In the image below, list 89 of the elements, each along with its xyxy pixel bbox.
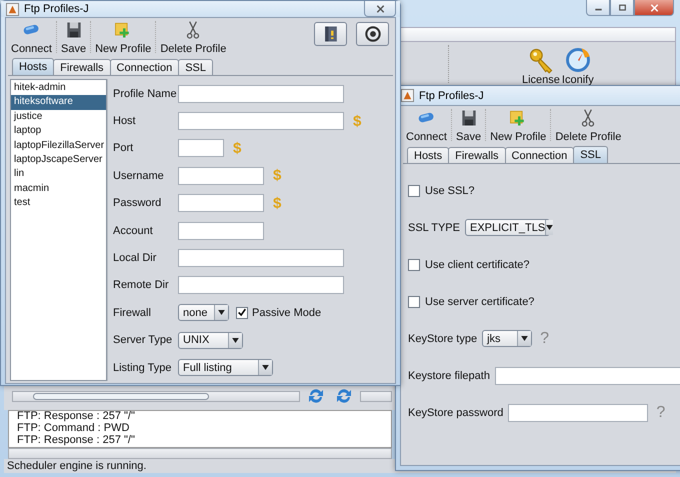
list-item[interactable]: lin: [11, 167, 106, 182]
field-label: Listing Type: [113, 362, 173, 374]
field-label: Account: [113, 224, 154, 237]
text-field[interactable]: [178, 139, 224, 158]
text-field[interactable]: [178, 222, 264, 240]
text-field[interactable]: [494, 366, 680, 384]
dropdown[interactable]: Full listing: [178, 359, 273, 376]
field-label: KeyStore password: [408, 406, 504, 418]
list-item[interactable]: hiteksoftware: [11, 95, 106, 110]
disc-icon: [362, 24, 382, 44]
field-label: Username: [113, 170, 165, 182]
close-button[interactable]: [634, 0, 674, 16]
window-title: Ftp Profiles-J: [419, 90, 484, 102]
checkbox-label: Passive Mode: [252, 306, 322, 319]
app-icon: [6, 2, 19, 16]
field-label: Firewall: [113, 306, 152, 319]
toolbar-button[interactable]: New Profile: [92, 18, 154, 56]
field-label: KeyStore type: [408, 332, 478, 344]
list-item[interactable]: test: [11, 196, 106, 211]
text-field[interactable]: [178, 276, 344, 294]
log-line: FTP: Command : PWD: [17, 422, 130, 434]
dropdown[interactable]: none: [178, 304, 229, 322]
tab[interactable]: SSL: [178, 59, 213, 75]
caret-icon[interactable]: [517, 331, 532, 346]
toolbar-button[interactable]: Delete Profile: [157, 18, 230, 56]
tab[interactable]: Hosts: [407, 147, 450, 163]
scrollbar[interactable]: [360, 390, 392, 402]
field-label: Port: [113, 142, 134, 154]
scrollbar[interactable]: [8, 448, 392, 459]
list-item[interactable]: laptopJscapeServer: [11, 152, 106, 168]
list-item[interactable]: justice: [11, 110, 106, 124]
field-label: Host: [113, 115, 137, 128]
field-label: Keystore filepath: [408, 370, 490, 382]
list-item[interactable]: laptopFilezillaServer: [11, 138, 106, 153]
window-title: Ftp Profiles-J: [24, 3, 89, 15]
maximize-button[interactable]: [610, 0, 634, 16]
field-label: Password: [113, 197, 162, 210]
toolbar-button[interactable]: Connect: [403, 106, 450, 144]
field-label: Remote Dir: [113, 279, 170, 292]
text-field[interactable]: [178, 84, 344, 103]
maximize-icon[interactable]: [618, 4, 626, 12]
icon-button[interactable]: [314, 22, 347, 46]
field-label: SSL TYPE: [408, 222, 460, 234]
toolbar-button[interactable]: Connect: [8, 18, 55, 56]
toolbar-button[interactable]: Iconify: [560, 44, 595, 86]
field-label: Server Type: [113, 334, 174, 346]
tab[interactable]: Connection: [504, 147, 574, 163]
close-button[interactable]: [364, 1, 396, 17]
toolbar-button[interactable]: License: [521, 44, 561, 86]
tab[interactable]: Hosts: [12, 58, 54, 75]
text-field[interactable]: [178, 166, 264, 185]
caret-icon[interactable]: [228, 332, 242, 348]
text-field[interactable]: [178, 112, 344, 130]
checkbox-label: Use SSL?: [425, 184, 475, 196]
list-item[interactable]: hitek-admin: [11, 81, 106, 96]
checkbox[interactable]: [236, 306, 248, 319]
tab[interactable]: Firewalls: [53, 59, 111, 75]
toolbar-button[interactable]: Delete Profile: [552, 106, 624, 144]
close-icon[interactable]: [376, 4, 384, 12]
dropdown[interactable]: jks: [482, 330, 532, 347]
checkbox[interactable]: [408, 296, 420, 308]
log-line: FTP: Response : 257 "/": [17, 434, 136, 446]
toolbar-button[interactable]: Save: [58, 18, 90, 56]
caret-icon[interactable]: [258, 360, 272, 376]
list-item[interactable]: laptop: [11, 124, 106, 139]
text-field[interactable]: [508, 404, 648, 422]
toolbar-button[interactable]: Save: [452, 106, 484, 144]
checkbox[interactable]: [408, 258, 420, 270]
list-item[interactable]: macmin: [11, 182, 106, 196]
toolbar-button[interactable]: New Profile: [487, 106, 550, 144]
dropdown[interactable]: UNIX: [178, 332, 243, 349]
field-label: Profile Name: [113, 88, 178, 100]
field-label: Local Dir: [113, 252, 158, 264]
text-field[interactable]: [178, 249, 344, 268]
checkbox[interactable]: [408, 184, 420, 196]
caret-icon[interactable]: [545, 220, 554, 235]
caret-icon[interactable]: [214, 305, 228, 320]
tab[interactable]: SSL: [573, 146, 608, 163]
tab[interactable]: Firewalls: [448, 147, 506, 163]
text-field[interactable]: [178, 194, 264, 212]
dropdown[interactable]: EXPLICIT_TLS: [464, 219, 550, 236]
scrollbar[interactable]: [12, 390, 300, 402]
checkbox-label: Use client certificate?: [425, 258, 530, 270]
app-icon: [401, 89, 414, 102]
log-line: FTP: Response : 257 "/": [17, 411, 136, 422]
icon-button[interactable]: [356, 22, 389, 46]
tab[interactable]: Connection: [110, 59, 180, 75]
minimize-button[interactable]: [586, 0, 610, 16]
checkbox-label: Use server certificate?: [425, 296, 534, 308]
